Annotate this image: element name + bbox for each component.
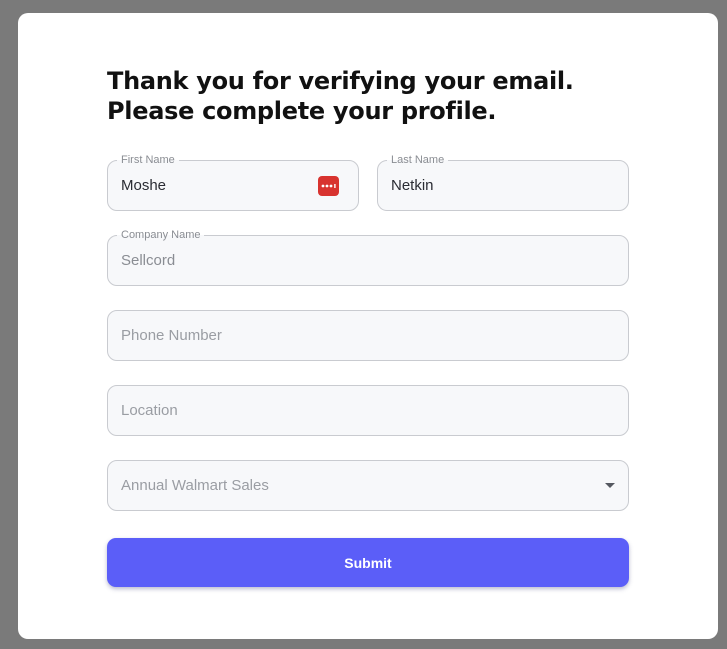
page-title-line-2: Please complete your profile. [107,97,497,125]
password-dots-icon [321,184,336,188]
page-title: Thank you for verifying your email. Plea… [107,66,629,126]
company-name-value: Sellcord [121,252,176,269]
first-name-value: Moshe [121,177,167,194]
last-name-label: Last Name [387,154,449,166]
location-field[interactable]: Location [107,385,629,436]
company-name-label: Company Name [117,229,205,241]
annual-walmart-sales-placeholder: Annual Walmart Sales [121,477,269,494]
last-name-field[interactable]: Last Name Netkin [377,154,629,211]
location-placeholder: Location [121,402,178,419]
first-name-label: First Name [117,154,179,166]
page-title-line-1: Thank you for verifying your email. [107,67,574,95]
annual-walmart-sales-select[interactable]: Annual Walmart Sales [107,460,629,511]
password-manager-icon[interactable] [318,176,339,196]
submit-button[interactable]: Submit [107,538,629,587]
phone-number-placeholder: Phone Number [121,327,222,344]
profile-card: Thank you for verifying your email. Plea… [18,13,718,639]
chevron-down-icon[interactable] [605,483,615,488]
first-name-field[interactable]: First Name Moshe [107,154,359,211]
last-name-value: Netkin [391,177,434,194]
phone-number-field[interactable]: Phone Number [107,310,629,361]
company-name-field[interactable]: Company Name Sellcord [107,229,629,286]
